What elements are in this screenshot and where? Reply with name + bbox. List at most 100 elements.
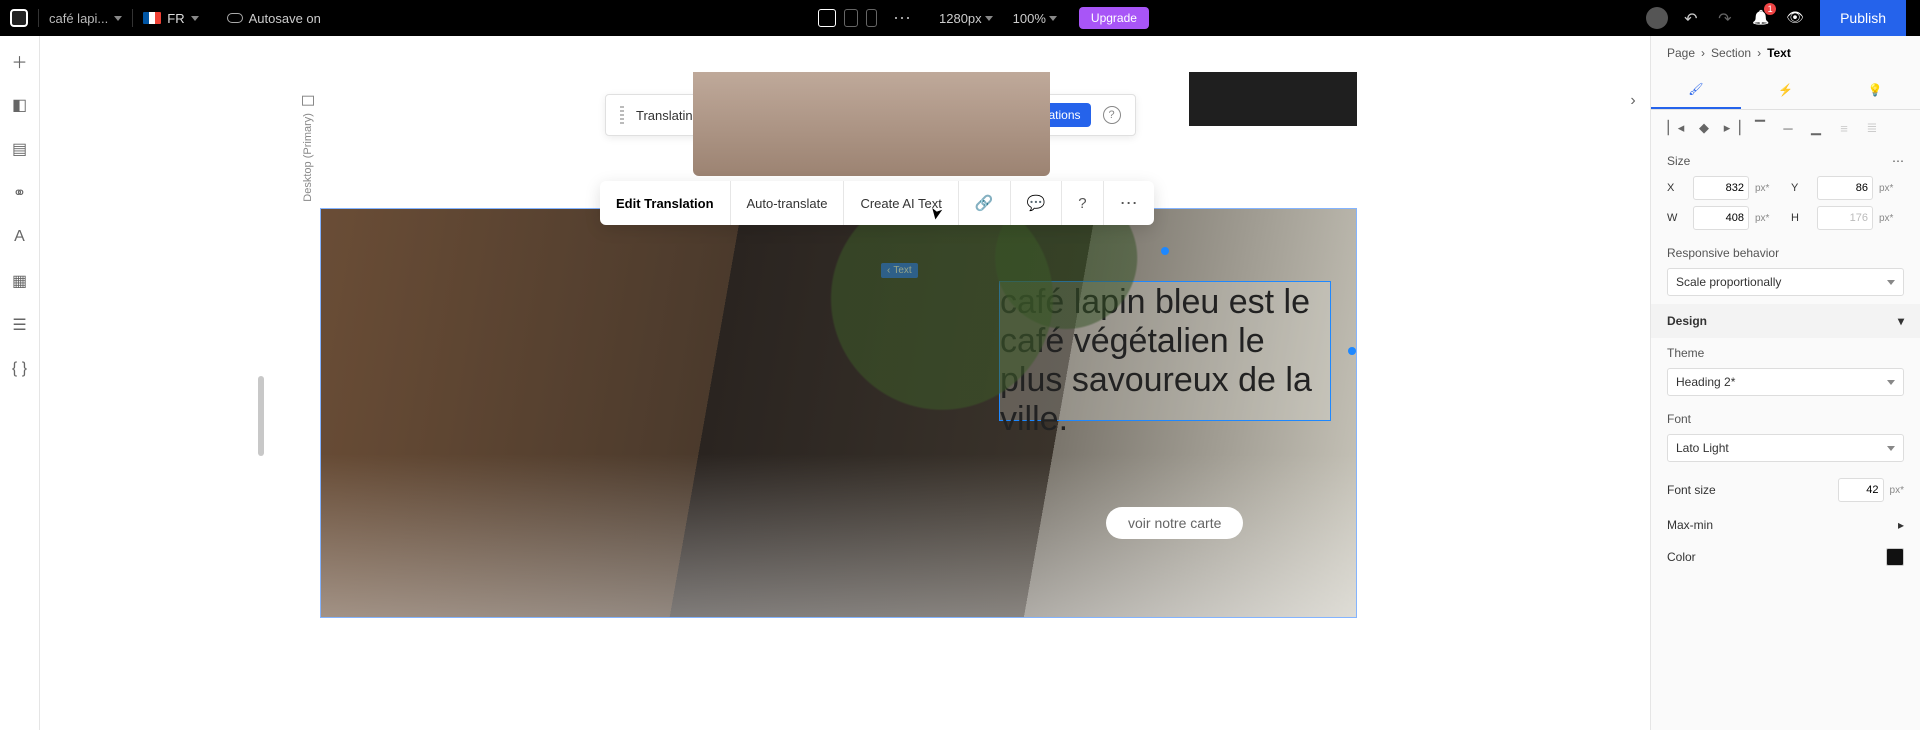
hero-upper-image [320, 72, 1357, 176]
site-name-dropdown[interactable]: café lapi... [49, 11, 122, 26]
y-unit[interactable]: px* [1879, 183, 1909, 194]
edit-translation-button[interactable]: Edit Translation [600, 181, 731, 225]
cta-button[interactable]: voir notre carte [1106, 507, 1243, 539]
chevron-down-icon [1887, 446, 1895, 451]
canvas[interactable]: Desktop (Primary) › Translating to: Fren… [40, 36, 1650, 730]
zoom-selector[interactable]: 100% [1013, 11, 1057, 26]
page-frame[interactable]: ‹ Text café lapin bleu est le café végét… [320, 72, 1357, 730]
w-unit[interactable]: px* [1755, 213, 1785, 224]
site-name-text: café lapi... [49, 11, 108, 26]
resize-handle-icon[interactable] [1348, 347, 1356, 355]
size-heading: Size [1667, 154, 1690, 168]
preview-button[interactable] [1786, 9, 1804, 27]
tab-design[interactable]: 🖌 [1651, 70, 1741, 109]
tab-ideas[interactable]: 💡 [1830, 70, 1920, 109]
more-breakpoints-icon[interactable] [893, 8, 911, 29]
auto-translate-button[interactable]: Auto-translate [731, 181, 845, 225]
undo-button[interactable] [1684, 9, 1702, 27]
distribute-h-icon: ≡ [1835, 120, 1853, 136]
expand-arrow-icon: ▸ [1898, 518, 1904, 532]
tablet-breakpoint-icon[interactable] [844, 9, 858, 27]
font-select[interactable]: Lato Light [1667, 434, 1904, 462]
alignment-row: ▏◂ ◆ ▸▕ ▔ ─ ▁ ≡ ≣ [1651, 110, 1920, 146]
data-icon[interactable]: ☰ [11, 316, 29, 334]
h-unit[interactable]: px* [1879, 213, 1909, 224]
w-input[interactable] [1693, 206, 1749, 230]
pages-icon[interactable]: ▤ [11, 140, 29, 158]
redo-button[interactable] [1718, 9, 1736, 27]
create-ai-text-button[interactable]: Create AI Text [844, 181, 958, 225]
font-size-input[interactable] [1838, 478, 1884, 502]
align-center-h-icon[interactable]: ◆ [1695, 120, 1713, 136]
text-content: café lapin bleu est le café végétalien l… [1000, 283, 1312, 438]
chevron-down-icon [985, 16, 993, 21]
section-background-image[interactable]: ‹ Text café lapin bleu est le café végét… [320, 208, 1357, 618]
design-section-header[interactable]: Design ▾ [1651, 304, 1920, 338]
help-icon[interactable]: ? [1062, 181, 1103, 225]
align-top-icon[interactable]: ▔ [1751, 120, 1769, 136]
themes-icon[interactable]: ▦ [11, 272, 29, 290]
align-center-v-icon[interactable]: ─ [1779, 120, 1797, 136]
cloud-icon [227, 13, 243, 23]
theme-select[interactable]: Heading 2* [1667, 368, 1904, 396]
more-options-icon[interactable] [1104, 181, 1154, 225]
theme-section: Theme Heading 2* [1651, 338, 1920, 404]
language-selector[interactable]: FR [143, 11, 198, 26]
color-swatch[interactable] [1886, 548, 1904, 566]
comment-icon[interactable]: 💬 [1011, 181, 1063, 225]
font-size-unit[interactable]: px* [1890, 485, 1904, 496]
chevron-down-icon [1049, 16, 1057, 21]
collapse-icon: ▾ [1898, 314, 1904, 328]
crumb-page[interactable]: Page [1667, 46, 1695, 60]
crumb-section[interactable]: Section [1711, 46, 1751, 60]
code-icon[interactable]: { } [11, 360, 29, 378]
viewport-width-value: 1280px [939, 11, 982, 26]
add-element-icon[interactable]: ＋ [11, 52, 29, 70]
crumb-text[interactable]: Text [1767, 46, 1791, 60]
align-left-icon[interactable]: ▏◂ [1667, 120, 1685, 136]
rotate-handle-icon[interactable] [1161, 247, 1169, 255]
chevron-down-icon [191, 16, 199, 21]
viewport-width-selector[interactable]: 1280px [939, 11, 993, 26]
align-right-icon[interactable]: ▸▕ [1723, 120, 1741, 136]
x-unit[interactable]: px* [1755, 183, 1785, 194]
h-input[interactable] [1817, 206, 1873, 230]
autosave-status: Autosave on [227, 11, 321, 26]
expand-panel-icon[interactable]: › [1622, 90, 1644, 112]
mobile-breakpoint-icon[interactable] [866, 9, 877, 27]
tab-interactions[interactable]: ⚡ [1741, 70, 1831, 109]
breakpoint-label: Desktop (Primary) [302, 96, 314, 202]
user-avatar-icon[interactable] [1646, 7, 1668, 29]
upgrade-button[interactable]: Upgrade [1079, 7, 1149, 29]
responsive-select[interactable]: Scale proportionally [1667, 268, 1904, 296]
font-size-label: Font size [1667, 483, 1716, 497]
text-styles-icon[interactable]: A [11, 228, 29, 246]
layers-icon[interactable]: ◧ [11, 96, 29, 114]
desktop-breakpoint-icon[interactable] [818, 9, 836, 27]
chevron-down-icon [1887, 380, 1895, 385]
y-input[interactable] [1817, 176, 1873, 200]
size-more-icon[interactable]: ⋯ [1892, 154, 1904, 168]
canvas-resize-handle[interactable] [258, 376, 264, 456]
element-type-tag[interactable]: ‹ Text [881, 263, 918, 278]
zoom-value: 100% [1013, 11, 1046, 26]
selected-text-element[interactable]: café lapin bleu est le café végétalien l… [999, 281, 1331, 421]
connections-icon[interactable]: ⚭ [11, 184, 29, 202]
x-input[interactable] [1693, 176, 1749, 200]
align-bottom-icon[interactable]: ▁ [1807, 120, 1825, 136]
back-arrow-icon: ‹ [887, 265, 890, 276]
lightbulb-icon: 💡 [1868, 83, 1883, 97]
y-label: Y [1791, 182, 1811, 194]
language-code: FR [167, 11, 184, 26]
notifications-button[interactable]: 1 [1752, 9, 1770, 27]
flag-fr-icon [143, 12, 161, 24]
color-label: Color [1667, 550, 1696, 564]
theme-label: Theme [1667, 346, 1704, 360]
publish-button[interactable]: Publish [1820, 0, 1906, 36]
font-size-section: Font size px* [1651, 470, 1920, 510]
maxmin-section[interactable]: Max-min ▸ [1651, 510, 1920, 540]
link-icon[interactable]: 🔗 [959, 181, 1011, 225]
w-label: W [1667, 212, 1687, 224]
chevron-down-icon [1887, 280, 1895, 285]
app-logo-icon[interactable] [10, 9, 28, 27]
